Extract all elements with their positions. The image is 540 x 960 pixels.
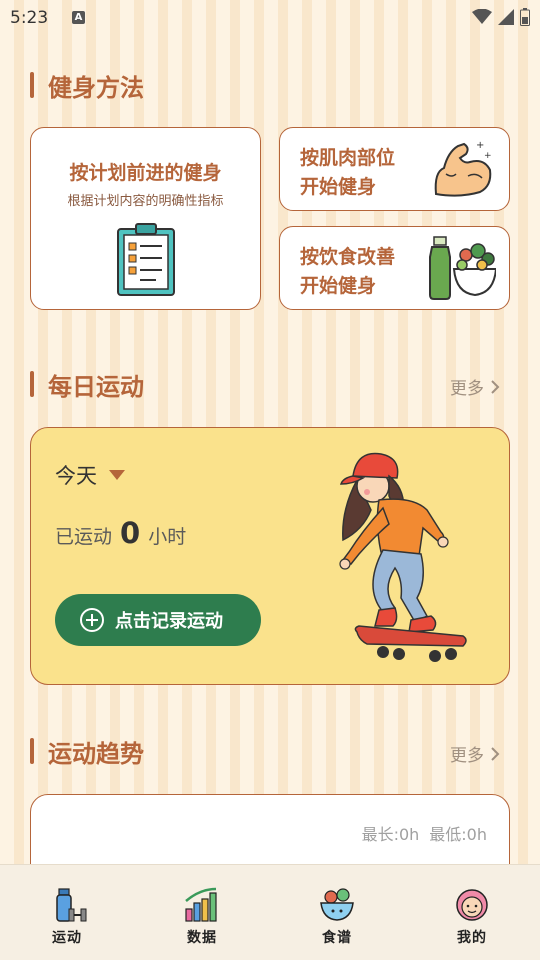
svg-text:+: + [476, 140, 484, 151]
tab-profile[interactable]: 我的 [442, 887, 502, 947]
clipboard-checklist-icon [117, 223, 175, 296]
chevron-right-icon [491, 746, 500, 761]
plan-card-title: 按计划前进的健身 [69, 162, 222, 184]
daily-more-link[interactable]: 更多 [450, 374, 500, 399]
day-selector-label: 今天 [55, 464, 97, 488]
chevron-right-icon [491, 379, 500, 394]
green-juice-salad-icon [429, 236, 496, 300]
wifi-icon [472, 9, 492, 24]
diet-card-line1: 按饮食改善 [300, 246, 396, 268]
plan-card-subtitle: 根据计划内容的明确性指标 [67, 194, 224, 209]
girl-avatar-icon [456, 889, 488, 921]
tab-exercise[interactable]: 运动 [37, 887, 97, 947]
exercised-prefix: 已运动 [55, 526, 113, 548]
tab-label: 食谱 [322, 930, 352, 946]
section-title: 每日运动 [48, 372, 144, 401]
exercise-summary: 已运动 0 小时 [55, 516, 186, 550]
section-marker [30, 72, 34, 98]
trend-max: 最长:0h [361, 825, 420, 844]
record-button-label: 点击记录运动 [115, 611, 223, 632]
daily-exercise-header: 每日运动 [30, 366, 144, 402]
tab-recipes[interactable]: 食谱 [307, 887, 367, 947]
plan-fitness-card[interactable]: 按计划前进的健身 根据计划内容的明确性指标 [30, 127, 261, 310]
day-selector[interactable]: 今天 [55, 460, 125, 490]
muscle-card-line2: 开始健身 [300, 176, 377, 198]
svg-text:+: + [484, 151, 492, 161]
section-title: 健身方法 [48, 73, 144, 102]
muscle-card-line1: 按肌肉部位 [300, 147, 396, 169]
plus-circle-icon [80, 608, 104, 632]
status-bar: 5:23 A [0, 0, 540, 36]
diet-card-line2: 开始健身 [300, 275, 377, 297]
record-exercise-button[interactable]: 点击记录运动 [55, 594, 261, 646]
trend-min: 最低:0h [429, 825, 487, 844]
dumbbell-bottle-icon [56, 888, 87, 922]
status-time: 5:23 [10, 8, 49, 28]
bar-chart-icon [185, 887, 217, 922]
trend-stats: 最长:0h 最低:0h [362, 821, 487, 845]
muscle-card-title: 按肌肉部位 开始健身 [300, 144, 420, 202]
fitness-methods-header: 健身方法 [30, 67, 144, 103]
trend-header: 运动趋势 [30, 733, 144, 769]
skateboarding-girl-illustration [339, 452, 467, 662]
daily-exercise-card: 今天 已运动 0 小时 点击记录运动 [30, 427, 510, 685]
exercised-unit: 小时 [148, 526, 187, 548]
tab-data[interactable]: 数据 [172, 887, 232, 947]
food-bowl-icon [320, 888, 354, 921]
notification-a-icon: A [72, 11, 85, 24]
tab-label: 数据 [187, 930, 217, 946]
section-title: 运动趋势 [48, 739, 144, 768]
trend-more-link[interactable]: 更多 [450, 741, 500, 766]
more-label: 更多 [450, 379, 484, 399]
bottom-tab-bar: 运动 数据 食谱 我的 [0, 864, 540, 960]
tab-label: 我的 [457, 930, 487, 946]
status-icons [472, 8, 530, 26]
muscle-fitness-card[interactable]: 按肌肉部位 开始健身 + + [279, 127, 510, 211]
battery-icon [520, 8, 530, 26]
diet-card-title: 按饮食改善 开始健身 [300, 243, 420, 301]
tab-label: 运动 [52, 930, 82, 946]
dropdown-triangle-icon [109, 470, 125, 480]
exercised-hours: 0 [120, 516, 141, 550]
section-marker [30, 738, 34, 764]
diet-fitness-card[interactable]: 按饮食改善 开始健身 [279, 226, 510, 310]
signal-icon [498, 9, 514, 25]
section-marker [30, 371, 34, 397]
flexed-arm-icon: + + [434, 140, 492, 197]
more-label: 更多 [450, 746, 484, 766]
